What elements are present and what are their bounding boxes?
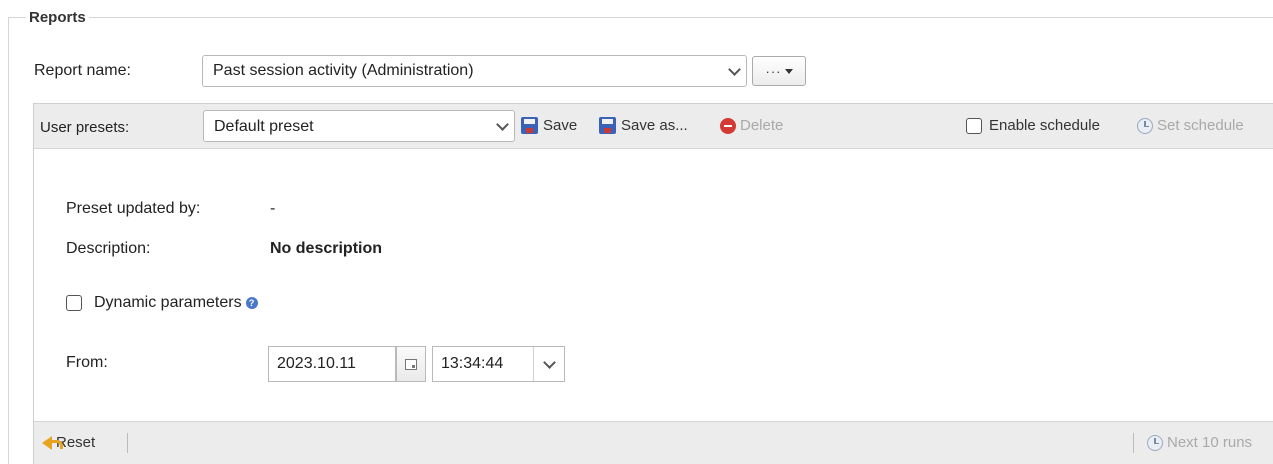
from-label: From: [66,354,108,371]
report-name-label: Report name: [34,62,131,79]
reports-legend: Reports [26,9,89,26]
reset-arrow-icon [42,435,63,450]
reports-fieldset-top-border [8,17,1273,18]
user-presets-value: Default preset [214,118,314,135]
delete-icon [720,117,736,134]
reset-button[interactable]: Reset [42,434,95,451]
presets-panel: User presets: Default preset Save Save a… [33,103,1273,464]
description-value: No description [270,240,383,257]
delete-label: Delete [740,117,784,134]
chevron-down-icon[interactable] [722,56,746,86]
enable-schedule-checkbox[interactable] [966,118,982,134]
presets-toolbar: User presets: Default preset Save Save a… [34,104,1273,149]
more-options-label: ··· [765,63,782,79]
preset-updated-by-label: Preset updated by: [66,200,201,217]
delete-button[interactable]: Delete [720,117,783,134]
from-time-value: 13:34:44 [441,355,504,372]
help-icon[interactable]: ? [245,296,258,309]
caret-down-icon [784,68,793,74]
from-date-input[interactable]: 2023.10.11 [268,346,396,382]
dynamic-parameters-label: Dynamic parameters [94,294,242,311]
more-options-button[interactable]: ··· [752,56,806,86]
footer-separator [1133,433,1134,453]
save-as-button[interactable]: Save as... [599,117,688,134]
save-as-label: Save as... [621,117,688,134]
save-as-icon [599,117,616,134]
set-schedule-button[interactable]: Set schedule [1137,117,1244,134]
enable-schedule-label[interactable]: Enable schedule [989,117,1100,134]
calendar-button[interactable] [396,346,426,382]
chevron-down-icon[interactable] [533,347,564,381]
report-name-select[interactable]: Past session activity (Administration) [202,55,747,87]
reports-fieldset-left-border [8,17,9,464]
from-date-value: 2023.10.11 [277,355,356,372]
save-button[interactable]: Save [521,117,577,134]
user-presets-label: User presets: [40,119,130,136]
from-time-select[interactable]: 13:34:44 [432,346,565,382]
calendar-icon [405,358,417,370]
dynamic-parameters-checkbox[interactable] [66,295,82,311]
set-schedule-label: Set schedule [1157,117,1244,134]
save-icon [521,117,538,134]
next-runs-label: Next 10 runs [1167,434,1253,451]
chevron-down-icon[interactable] [490,111,514,141]
report-name-value: Past session activity (Administration) [213,62,474,79]
clock-icon [1147,434,1163,451]
presets-footer: Reset Next 10 runs [34,421,1273,464]
preset-updated-by-value: - [270,200,276,217]
save-label: Save [543,117,578,134]
user-presets-select[interactable]: Default preset [203,110,515,142]
description-label: Description: [66,240,151,257]
footer-separator [127,433,128,453]
clock-icon [1137,117,1153,134]
dynamic-parameters-field[interactable]: Dynamic parameters? [94,294,258,312]
next-runs-button[interactable]: Next 10 runs [1147,434,1252,451]
